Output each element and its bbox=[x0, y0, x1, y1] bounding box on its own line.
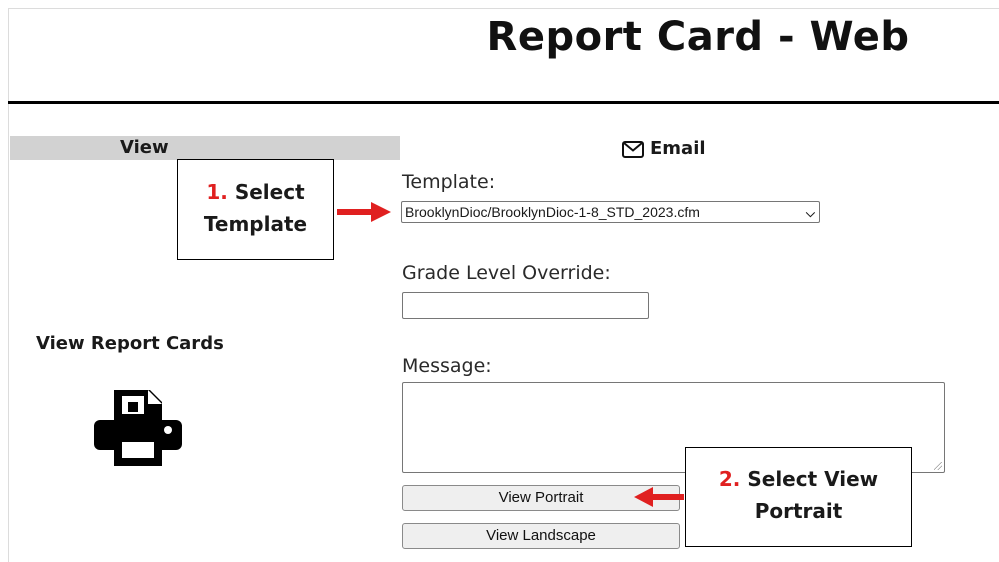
grade-level-label: Grade Level Override: bbox=[402, 262, 611, 284]
chevron-down-icon: ⌵ bbox=[805, 206, 815, 220]
callout-2-text-b: Portrait bbox=[754, 499, 843, 523]
template-select[interactable]: BrooklynDioc/BrooklynDioc-1-8_STD_2023.c… bbox=[401, 201, 820, 223]
arrow-left-icon bbox=[634, 487, 684, 507]
callout-1-text-b: Template bbox=[203, 212, 308, 236]
view-report-cards-label: View Report Cards bbox=[36, 333, 224, 354]
page-top-border bbox=[8, 8, 999, 9]
page-title: Report Card - Web bbox=[486, 14, 910, 60]
envelope-icon bbox=[622, 140, 644, 158]
arrow-right-icon bbox=[337, 202, 391, 222]
view-landscape-button[interactable]: View Landscape bbox=[402, 523, 680, 549]
template-label: Template: bbox=[402, 171, 496, 193]
callout-1-number: 1. bbox=[206, 180, 228, 204]
callout-2-text-a: Select View bbox=[747, 467, 879, 491]
grade-level-input[interactable] bbox=[402, 292, 649, 319]
callout-2-number: 2. bbox=[718, 467, 741, 491]
callout-select-template: 1. Select Template bbox=[177, 159, 334, 260]
title-divider bbox=[8, 101, 999, 104]
template-selected-value: BrooklynDioc/BrooklynDioc-1-8_STD_2023.c… bbox=[405, 204, 700, 220]
callout-1-text-a: Select bbox=[234, 180, 305, 204]
page-left-border bbox=[8, 8, 9, 562]
email-link[interactable]: Email bbox=[622, 136, 706, 162]
callout-1-line-a: 1. Select bbox=[178, 176, 333, 208]
view-section-header: View bbox=[10, 136, 400, 160]
message-label: Message: bbox=[402, 355, 492, 377]
callout-2-line-a: 2. Select View bbox=[686, 463, 911, 495]
resize-grip-icon[interactable] bbox=[934, 462, 942, 470]
callout-select-view-portrait: 2. Select View Portrait bbox=[685, 447, 912, 547]
printer-icon[interactable] bbox=[92, 388, 184, 472]
email-label: Email bbox=[650, 138, 706, 159]
